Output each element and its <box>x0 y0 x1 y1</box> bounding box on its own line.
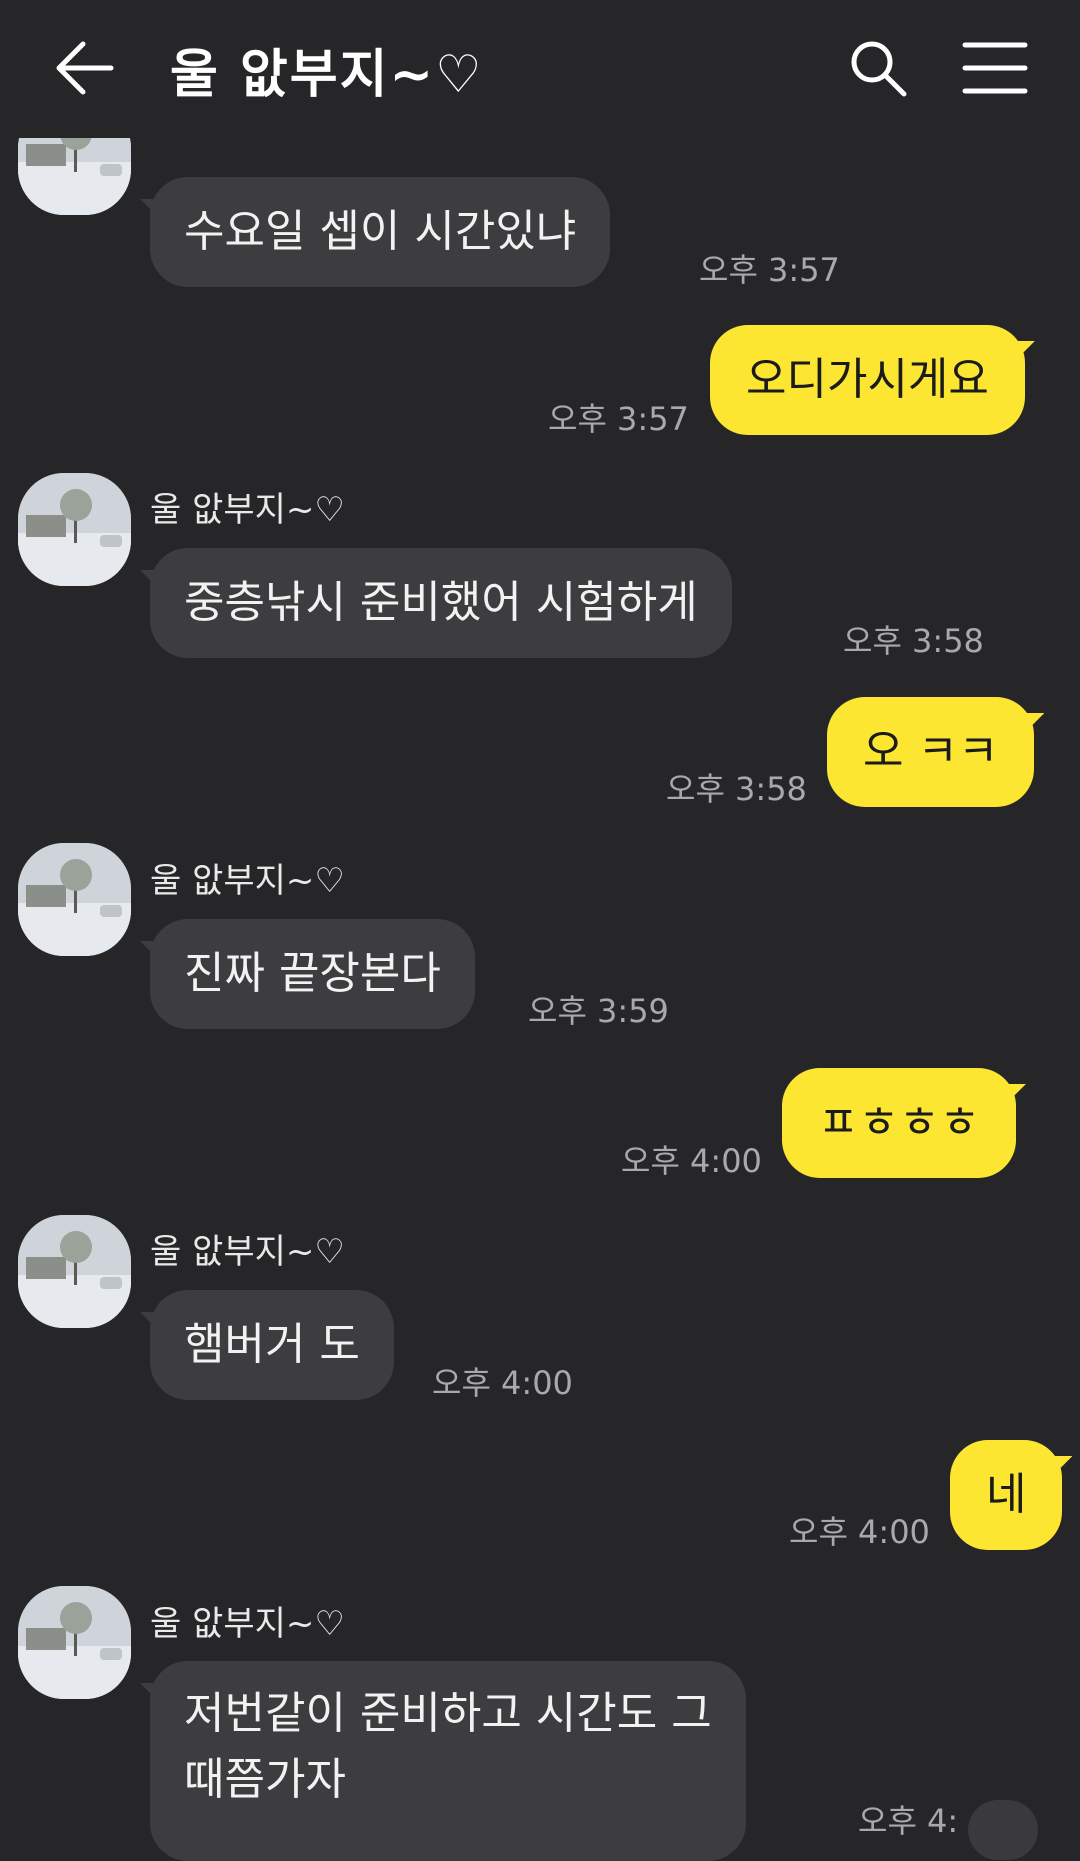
message-time: 오후 3:57 <box>548 400 689 438</box>
message-list[interactable]: 수요일 셉이 시간있냐 오후 3:57 오디가시게요 오후 3:57 울 앖부지… <box>0 0 1080 1861</box>
chat-title: 울 앖부지~♡ <box>170 45 484 105</box>
message-line: 때쯤가자 <box>184 1754 346 1805</box>
message-bubble-incoming[interactable]: 햄버거 도 <box>150 1290 394 1400</box>
message-time: 오후 4:00 <box>432 1364 573 1402</box>
sender-name: 울 앖부지~♡ <box>150 1604 345 1644</box>
sender-name: 울 앖부지~♡ <box>150 861 345 901</box>
message-time: 오후 3:58 <box>843 622 984 660</box>
avatar[interactable] <box>18 1586 131 1699</box>
message-bubble-incoming[interactable]: 수요일 셉이 시간있냐 <box>150 177 611 287</box>
back-arrow-icon[interactable] <box>55 40 115 96</box>
sender-name: 울 앖부지~♡ <box>150 490 345 530</box>
message-time: 오후 4:00 <box>621 1142 762 1180</box>
message-time: 오후 3:59 <box>528 992 669 1030</box>
message-bubble-outgoing[interactable]: 네 <box>950 1440 1063 1550</box>
message-bubble-incoming[interactable]: 진짜 끝장본다 <box>150 919 475 1029</box>
avatar[interactable] <box>18 843 131 956</box>
avatar[interactable] <box>18 1215 131 1328</box>
message-time: 오후 3:57 <box>699 251 840 289</box>
chat-header: 울 앖부지~♡ <box>0 0 1080 138</box>
message-bubble-outgoing[interactable]: ㅍㅎㅎㅎ <box>782 1068 1016 1178</box>
sender-name: 울 앖부지~♡ <box>150 1232 345 1272</box>
message-bubble-outgoing[interactable]: 오디가시게요 <box>710 325 1025 435</box>
message-time: 오후 4: <box>858 1802 959 1840</box>
message-time: 오후 4:00 <box>789 1513 930 1551</box>
message-line: 저번같이 준비하고 시간도 그 <box>184 1688 712 1739</box>
message-bubble-outgoing[interactable]: 오 ㅋㅋ <box>827 697 1035 807</box>
scroll-to-bottom-button[interactable] <box>968 1800 1038 1860</box>
avatar[interactable] <box>18 473 131 586</box>
message-bubble-incoming[interactable]: 중층낚시 준비했어 시험하게 <box>150 548 732 658</box>
message-bubble-incoming[interactable]: 저번같이 준비하고 시간도 그 때쯤가자 <box>150 1661 746 1861</box>
message-time: 오후 3:58 <box>666 770 807 808</box>
search-icon[interactable] <box>848 38 908 98</box>
menu-icon[interactable] <box>962 40 1028 96</box>
